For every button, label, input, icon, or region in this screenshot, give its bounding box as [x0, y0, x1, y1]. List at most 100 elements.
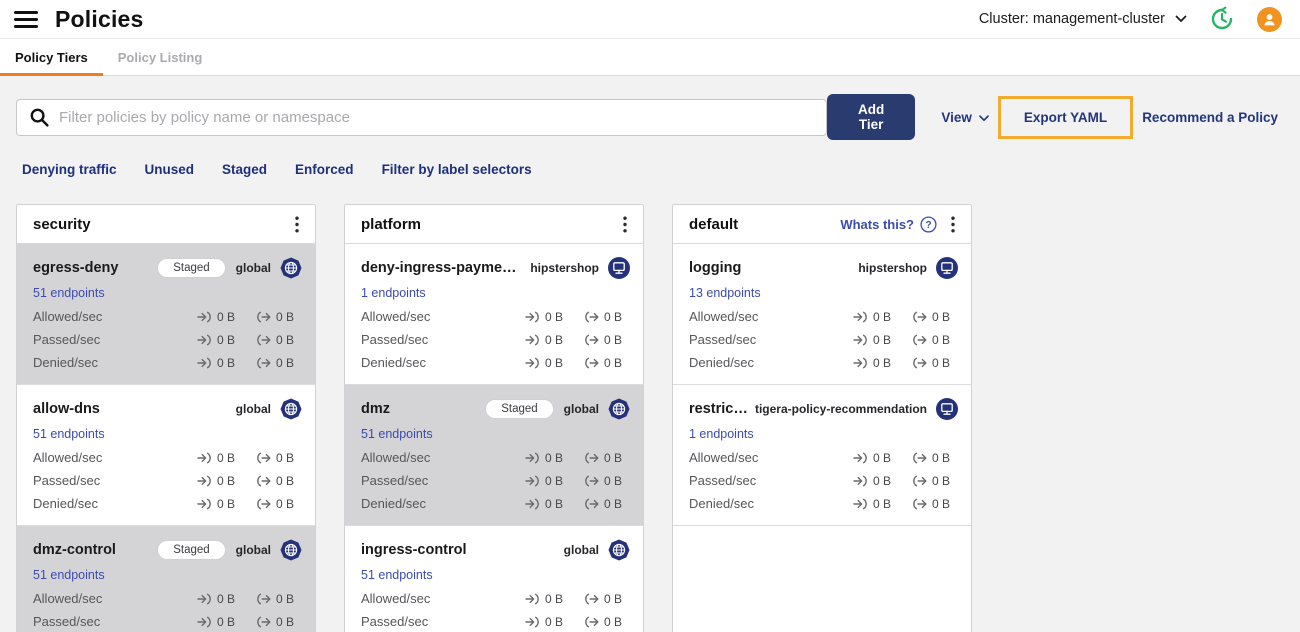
kebab-icon[interactable]: [949, 214, 957, 235]
metric-row: Allowed/sec 0 B 0 B: [33, 449, 303, 466]
filter-link-enforced[interactable]: Enforced: [295, 162, 354, 177]
policy-card-allow-dns[interactable]: allow-dns global 51 endpoints Allowed/sec 0 …: [17, 385, 315, 526]
egress-metric: 0 B: [912, 497, 959, 511]
ingress-value: 0 B: [217, 591, 236, 606]
tier-card-platform: platform deny-ingress-paymentservi…hipste…: [344, 204, 644, 632]
arrow-out-of-bracket-icon: [584, 498, 599, 510]
recommend-policy-button[interactable]: Recommend a Policy: [1142, 110, 1278, 125]
tier-card-default: default Whats this?? logging hipstershop 13 …: [672, 204, 972, 632]
filter-link-filter-by-label-selectors[interactable]: Filter by label selectors: [382, 162, 532, 177]
metric-label: Passed/sec: [689, 473, 757, 488]
ingress-metric: 0 B: [197, 356, 244, 370]
metric-row: Allowed/sec 0 B 0 B: [33, 590, 303, 607]
policy-card-deny-ingress-paymentservi[interactable]: deny-ingress-paymentservi…hipstershop 1 e…: [345, 244, 643, 385]
filter-link-denying-traffic[interactable]: Denying traffic: [22, 162, 117, 177]
ingress-value: 0 B: [545, 473, 564, 488]
egress-value: 0 B: [604, 332, 623, 347]
policy-scope-label: hipstershop: [858, 261, 927, 275]
metric-row: Passed/sec 0 B 0 B: [33, 613, 303, 630]
ingress-value: 0 B: [217, 309, 236, 324]
user-avatar-icon[interactable]: [1257, 6, 1282, 32]
ingress-metric: 0 B: [197, 615, 244, 629]
monitor-badge-icon: [607, 256, 631, 280]
arrow-out-of-bracket-icon: [256, 452, 271, 464]
metric-row: Allowed/sec 0 B 0 B: [361, 449, 631, 466]
tier-title: platform: [361, 215, 421, 233]
tab-policy-tiers[interactable]: Policy Tiers: [0, 39, 103, 76]
policy-name: logging: [689, 260, 742, 276]
policy-card-egress-deny[interactable]: egress-deny Staged global 51 endpoints Allow…: [17, 244, 315, 385]
add-tier-button[interactable]: Add Tier: [826, 94, 916, 140]
endpoints-link[interactable]: 51 endpoints: [361, 427, 433, 441]
kebab-icon[interactable]: [293, 214, 301, 235]
metric-row: Passed/sec 0 B 0 B: [361, 472, 631, 489]
egress-value: 0 B: [276, 614, 295, 629]
kebab-icon[interactable]: [621, 214, 629, 235]
metric-label: Passed/sec: [689, 332, 757, 347]
ingress-metric: 0 B: [197, 333, 244, 347]
ingress-metric: 0 B: [853, 310, 900, 324]
whats-this-link[interactable]: Whats this??: [840, 215, 937, 233]
metric-row: Denied/sec 0 B 0 B: [33, 495, 303, 512]
arrow-into-bracket-icon: [853, 357, 868, 369]
policy-card-restricted[interactable]: restricted tigera-policy-recommendation 1 …: [673, 385, 971, 526]
chevron-down-icon: [1175, 11, 1187, 27]
metric-label: Passed/sec: [33, 473, 101, 488]
policy-card-logging[interactable]: logging hipstershop 13 endpoints Allowed/se…: [673, 244, 971, 385]
endpoints-link[interactable]: 13 endpoints: [689, 286, 761, 300]
policy-name-row: dmz Staged global: [361, 397, 631, 421]
tab-policy-listing[interactable]: Policy Listing: [103, 39, 218, 75]
arrow-into-bracket-icon: [853, 334, 868, 346]
endpoints-link[interactable]: 51 endpoints: [33, 286, 105, 300]
ingress-metric: 0 B: [525, 356, 572, 370]
arrow-into-bracket-icon: [853, 311, 868, 323]
egress-metric: 0 B: [912, 474, 959, 488]
egress-value: 0 B: [932, 496, 951, 511]
arrow-into-bracket-icon: [197, 475, 212, 487]
egress-metric: 0 B: [584, 333, 631, 347]
hamburger-icon[interactable]: [14, 10, 38, 28]
metric-label: Denied/sec: [33, 355, 99, 370]
metric-values: 0 B 0 B: [853, 497, 959, 511]
filter-link-unused[interactable]: Unused: [145, 162, 195, 177]
search-input[interactable]: [59, 108, 814, 126]
endpoints-link[interactable]: 51 endpoints: [33, 427, 105, 441]
tier-card-security: security egress-deny Staged global 51 endpoi…: [16, 204, 316, 632]
arrow-out-of-bracket-icon: [584, 452, 599, 464]
history-clock-icon[interactable]: [1209, 6, 1235, 32]
endpoints-link[interactable]: 51 endpoints: [33, 568, 105, 582]
policy-card-dmz-control[interactable]: dmz-control Staged global 51 endpoints Allow…: [17, 526, 315, 632]
policy-card-dmz[interactable]: dmz Staged global 51 endpoints Allowed/sec 0 …: [345, 385, 643, 526]
metric-row: Passed/sec 0 B 0 B: [33, 331, 303, 348]
ingress-value: 0 B: [873, 332, 892, 347]
tab-bar: Policy Tiers Policy Listing: [0, 39, 1300, 76]
arrow-into-bracket-icon: [525, 593, 540, 605]
arrow-out-of-bracket-icon: [256, 357, 271, 369]
view-dropdown[interactable]: View: [941, 110, 989, 125]
export-yaml-button[interactable]: Export YAML: [1024, 110, 1107, 125]
svg-text:?: ?: [925, 220, 931, 231]
endpoints-link[interactable]: 1 endpoints: [361, 286, 426, 300]
metric-label: Denied/sec: [689, 496, 755, 511]
arrow-into-bracket-icon: [853, 452, 868, 464]
metric-row: Allowed/sec 0 B 0 B: [361, 308, 631, 325]
policy-card-ingress-control[interactable]: ingress-control global 51 endpoints Allowed…: [345, 526, 643, 632]
endpoints-link[interactable]: 1 endpoints: [689, 427, 754, 441]
cluster-selector[interactable]: Cluster: management-cluster: [979, 11, 1187, 27]
ingress-value: 0 B: [545, 355, 564, 370]
policy-name: dmz: [361, 401, 390, 417]
metric-row: Denied/sec 0 B 0 B: [689, 495, 959, 512]
endpoints-link[interactable]: 51 endpoints: [361, 568, 433, 582]
toolbar: Add Tier View Export YAML Recommend a Po…: [16, 94, 1278, 140]
policy-name: ingress-control: [361, 542, 467, 558]
filter-link-staged[interactable]: Staged: [222, 162, 267, 177]
metric-values: 0 B 0 B: [853, 333, 959, 347]
policy-scope-label: global: [235, 261, 271, 275]
metric-row: Passed/sec 0 B 0 B: [33, 472, 303, 489]
ingress-value: 0 B: [217, 496, 236, 511]
arrow-into-bracket-icon: [525, 334, 540, 346]
policy-scope-label: global: [235, 543, 271, 557]
globe-badge-icon: [607, 397, 631, 421]
arrow-into-bracket-icon: [197, 593, 212, 605]
arrow-out-of-bracket-icon: [584, 475, 599, 487]
